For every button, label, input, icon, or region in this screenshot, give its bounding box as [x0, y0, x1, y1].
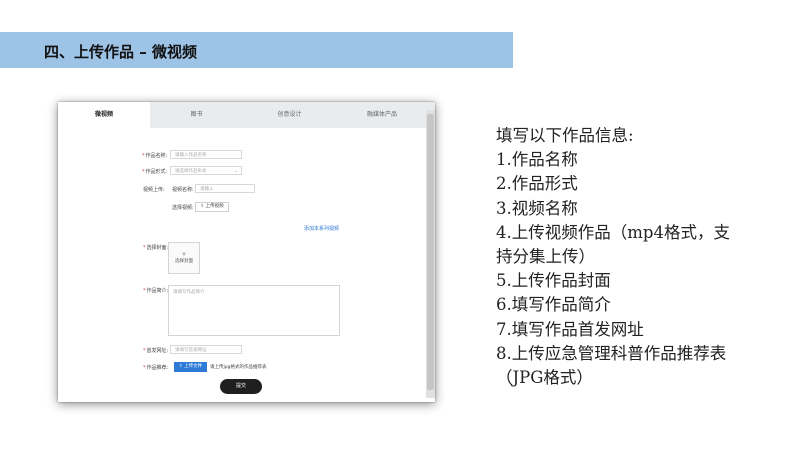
intro-textarea[interactable]: 请填写作品简介	[168, 285, 340, 336]
scroll-thumb[interactable]	[427, 114, 434, 390]
instruction-line: （JPG格式）	[496, 368, 593, 388]
intro-label: *作品简介:	[143, 288, 169, 294]
tab-micro-video[interactable]: 微视频	[58, 102, 150, 128]
recommend-label: *作品推荐:	[143, 365, 169, 371]
instruction-line: 5.上传作品封面	[496, 271, 611, 291]
work-name-input[interactable]: 请输入作品名称	[170, 150, 242, 159]
select-video-label: 选择视频:	[172, 205, 194, 211]
instruction-line: 4.上传视频作品（mp4格式，支	[496, 222, 730, 242]
cover-upload-box[interactable]: + 选择封面	[168, 242, 200, 274]
tab-media-product[interactable]: 融媒体产品	[336, 102, 428, 128]
url-input[interactable]: 请填写首发网址	[170, 345, 242, 354]
work-form-label: *作品形式:	[142, 169, 168, 175]
chevron-down-icon: ⌄	[234, 169, 238, 174]
instruction-line: 1.作品名称	[496, 150, 578, 170]
cover-upload-text: 选择封面	[175, 259, 193, 264]
tab-book[interactable]: 图书	[150, 102, 243, 128]
work-name-label: *作品名称:	[142, 153, 168, 159]
upload-file-button[interactable]: ⇪ 上传文件	[174, 362, 207, 372]
tab-bar: 微视频 图书 创意设计 融媒体产品	[58, 102, 435, 128]
upload-video-button[interactable]: ⇪ 上传视频	[195, 202, 229, 212]
instruction-line: 6.填写作品简介	[496, 295, 611, 315]
video-name-input[interactable]: 请输入	[195, 184, 255, 193]
add-series-link[interactable]: 添加本系列视频	[304, 225, 339, 232]
cover-label: *选择封面:	[143, 245, 169, 251]
plus-icon: +	[181, 251, 187, 258]
slide-header-bar: 四、上传作品 – 微视频	[0, 32, 513, 68]
upload-hint: 请上传jpg格式的作品推荐表	[210, 365, 267, 370]
instruction-line: 持分集上传）	[496, 247, 595, 267]
submit-button[interactable]: 提交	[220, 379, 262, 394]
instruction-list: 填写以下作品信息: 1.作品名称 2.作品形式 3.视频名称 4.上传视频作品（…	[496, 124, 786, 390]
instruction-line: 3.视频名称	[496, 198, 578, 218]
instruction-line: 7.填写作品首发网址	[496, 319, 644, 339]
scrollbar[interactable]	[426, 110, 435, 398]
url-label: *首发网址:	[143, 348, 169, 354]
upload-form-screenshot: 微视频 图书 创意设计 融媒体产品 *作品名称: 请输入作品名称 *作品形式: …	[58, 102, 435, 402]
instruction-line: 2.作品形式	[496, 174, 578, 194]
tab-creative-design[interactable]: 创意设计	[243, 102, 336, 128]
slide-title: 四、上传作品 – 微视频	[44, 43, 197, 61]
instruction-line: 填写以下作品信息:	[496, 126, 634, 145]
video-name-label: 视频名称:	[172, 187, 194, 193]
instruction-line: 8.上传应急管理科普作品推荐表	[496, 343, 727, 363]
video-upload-label: 视频上传:	[143, 187, 165, 193]
work-form-select[interactable]: 请选择作品形式 ⌄	[170, 166, 242, 175]
